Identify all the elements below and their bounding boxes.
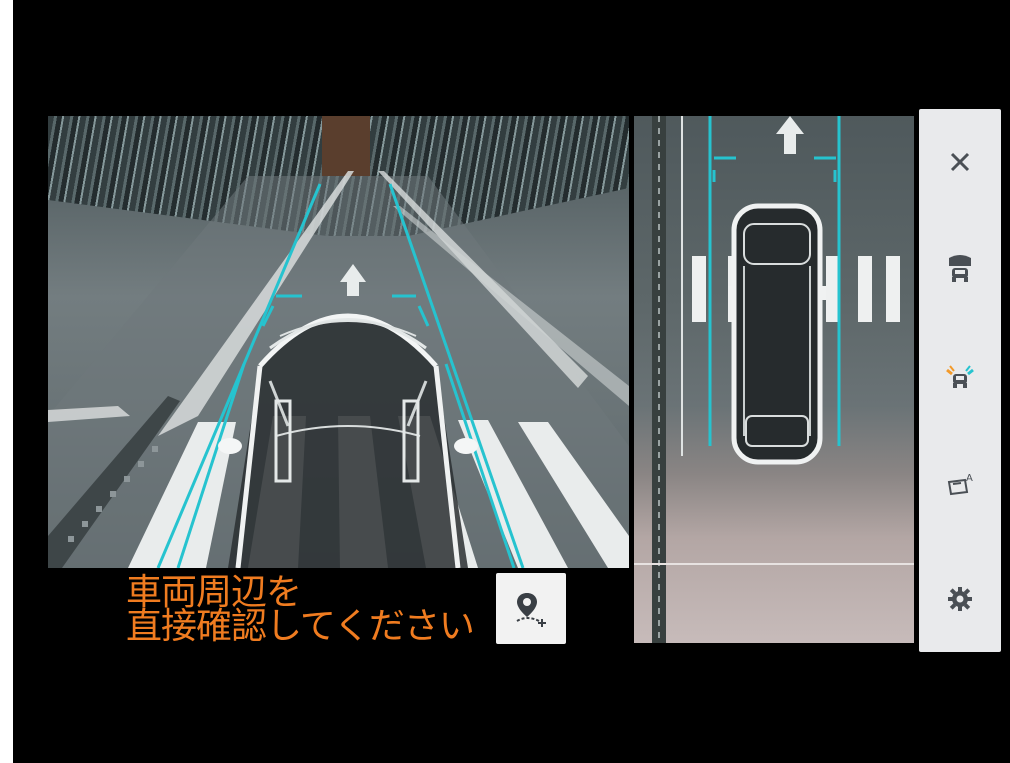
message-line-2: 直接確認してください: [126, 606, 475, 647]
message-line-1: 車両周辺を: [126, 572, 302, 613]
sensor-alert-icon: [946, 365, 974, 388]
camera-screen: A 車両周辺を 直接確認してください: [13, 0, 1010, 763]
front-view-button[interactable]: [919, 234, 1001, 304]
perspective-overlay: [48, 171, 629, 568]
svg-text:A: A: [966, 473, 973, 484]
sensor-alert-button[interactable]: [919, 341, 1001, 411]
check-surroundings-message: 車両周辺を 直接確認してください: [126, 572, 475, 647]
topdown-overlay: [634, 116, 914, 643]
auto-view-icon: A: [947, 473, 973, 496]
settings-button[interactable]: [919, 564, 1001, 634]
vehicle-front-view-icon: [949, 255, 971, 282]
auto-view-button[interactable]: A: [919, 449, 1001, 519]
close-icon: [950, 152, 970, 172]
add-location-button[interactable]: [496, 573, 566, 644]
close-button[interactable]: [919, 127, 1001, 197]
gear-icon: [948, 587, 972, 611]
add-location-pin-icon: [516, 592, 546, 627]
top-down-camera-view: [634, 116, 914, 643]
virtual-car-topdown: [728, 203, 826, 465]
perspective-camera-view: [48, 116, 629, 568]
camera-menu-sidebar: A: [919, 109, 1001, 652]
